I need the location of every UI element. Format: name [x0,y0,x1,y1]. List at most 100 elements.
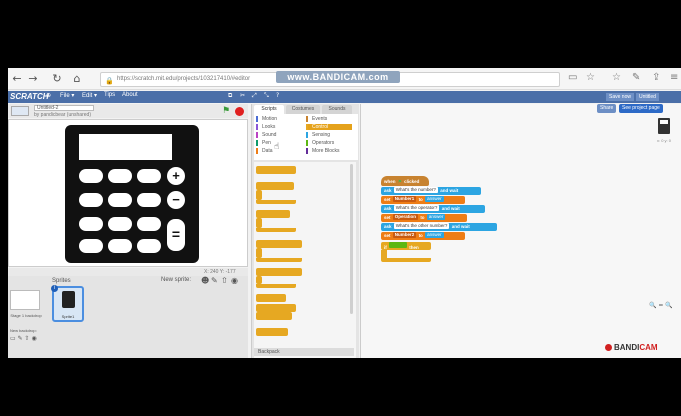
category-data[interactable]: Data [256,148,273,154]
palette-block[interactable] [256,248,262,258]
tab-scripts[interactable]: Scripts [254,105,284,114]
calculator-sprite[interactable]: + − = [65,125,199,263]
category-sensing[interactable]: Sensing [306,132,330,138]
info-icon[interactable]: i [51,285,58,292]
palette-block[interactable] [256,284,296,288]
palette-block[interactable] [256,268,302,276]
choose-sprite-icon[interactable]: ☻ [201,276,209,285]
palette-scrollbar[interactable] [350,164,353,314]
palette-block[interactable] [256,210,290,218]
palette-block[interactable] [256,276,262,284]
category-motion[interactable]: Motion [256,116,277,122]
share-icon[interactable]: ⇪ [652,72,660,83]
upload-sprite-icon[interactable]: ⇧ [221,276,228,285]
palette-block[interactable] [256,190,262,200]
condition-slot[interactable] [389,242,408,248]
category-looks[interactable]: Looks [256,124,275,130]
see-project-page-button[interactable]: See project page [619,104,663,113]
ask-block[interactable]: ask What's the other number? and wait [381,223,497,231]
menu-file[interactable]: File ▾ [60,92,74,99]
block-text: clicked [404,179,420,184]
cut-icon[interactable]: ✂ [240,92,245,99]
account-menu[interactable]: Untitled [636,93,659,101]
category-sound[interactable]: Sound [256,132,276,138]
save-now-button[interactable]: Save now [606,93,634,101]
grow-icon[interactable]: ⤢ [252,92,257,100]
answer-reporter[interactable]: answer [425,232,444,238]
paint-sprite-icon[interactable]: ✎ [211,276,218,285]
palette-block[interactable] [256,304,296,312]
tab-sounds[interactable]: Sounds [322,105,352,114]
favorites-icon[interactable]: ☆ [612,72,621,83]
block-text: and wait [451,224,470,229]
palette-block[interactable] [256,240,302,248]
calculator-display [79,134,172,160]
if-then-block[interactable]: if then [381,242,431,250]
share-button[interactable]: Share [597,104,617,113]
home-icon[interactable]: ⌂ [70,72,84,86]
calc-key [79,239,103,253]
set-variable-block[interactable]: set Number2 to answer [381,232,465,240]
green-flag-icon[interactable]: ⚑ [222,106,230,116]
reader-icon[interactable]: ▭ [568,72,577,83]
project-title-input[interactable]: Untitled-2 [34,105,94,111]
backpack[interactable]: Backpack [254,348,354,356]
variable-dropdown[interactable]: Number1 [392,196,417,202]
scratch-logo[interactable]: SCRATCH [10,92,49,101]
palette-block[interactable] [256,258,302,262]
back-icon[interactable]: ← [10,72,24,86]
sprite-tile[interactable]: i Sprite1 [51,285,84,322]
screen: ← → ↻ ⌂ 🔒 https://scratch.mit.edu/projec… [8,68,681,358]
star-icon[interactable]: ☆ [586,72,595,83]
stage-size-toggle[interactable] [11,106,29,116]
forward-icon[interactable]: → [26,72,40,86]
tab-costumes[interactable]: Costumes [286,105,320,114]
set-variable-block[interactable]: set Operation to answer [381,214,467,222]
pen-icon[interactable]: ✎ [632,72,640,83]
reload-icon[interactable]: ↻ [50,72,64,86]
set-variable-block[interactable]: set Number1 to answer [381,196,465,204]
stop-icon[interactable] [235,107,244,116]
category-events[interactable]: Events [306,116,327,122]
shrink-icon[interactable]: ⤡ [264,92,269,100]
scripts-area[interactable]: Share See project page x: 0 y: 0 when ⚑ … [360,104,681,358]
category-pen[interactable]: Pen [256,140,271,146]
ask-input[interactable]: What's the other number? [393,223,450,229]
block-text: set [384,197,391,202]
camera-icon[interactable]: ◉ [231,276,238,285]
category-more-blocks[interactable]: More Blocks [306,148,340,154]
answer-reporter[interactable]: answer [426,214,446,220]
more-icon[interactable]: ≡ [670,72,678,83]
palette-block[interactable] [256,200,296,204]
category-control[interactable]: Control [306,124,352,130]
stage-canvas[interactable]: + − = [8,119,248,267]
palette-block[interactable] [256,228,296,232]
menu-tips[interactable]: Tips [104,92,115,98]
globe-icon[interactable]: ⊕ [46,92,51,99]
editor-tabs: Scripts Costumes Sounds [252,104,360,114]
palette-block[interactable] [256,166,296,174]
answer-reporter[interactable]: answer [425,196,444,202]
ask-block[interactable]: ask What's the operator? and wait [381,205,485,213]
palette-block[interactable] [256,294,286,302]
palette-block[interactable] [256,218,262,228]
variable-dropdown[interactable]: Operation [392,214,419,220]
when-flag-clicked-block[interactable]: when ⚑ clicked [381,176,429,186]
duplicate-icon[interactable]: ⧉ [228,92,232,100]
ask-input[interactable]: What's the operator? [393,205,440,211]
backdrop-tools[interactable]: ▭ ✎ ⇧ ◉ [10,335,37,342]
category-operators[interactable]: Operators [306,140,334,146]
palette-block[interactable] [256,182,294,190]
menu-edit[interactable]: Edit ▾ [82,92,97,99]
palette-block[interactable] [256,328,288,336]
stage-thumbnail[interactable] [10,290,40,310]
block-text: ask [384,206,392,211]
menu-about[interactable]: About [122,92,138,98]
ask-block[interactable]: ask What's the number? and wait [381,187,481,195]
help-icon[interactable]: ? [276,92,279,99]
ask-input[interactable]: What's the number? [393,187,438,193]
zoom-controls[interactable]: 🔍 = 🔍 [649,302,673,309]
calc-key [79,169,103,183]
variable-dropdown[interactable]: Number2 [392,232,417,238]
palette-block[interactable] [256,312,292,320]
